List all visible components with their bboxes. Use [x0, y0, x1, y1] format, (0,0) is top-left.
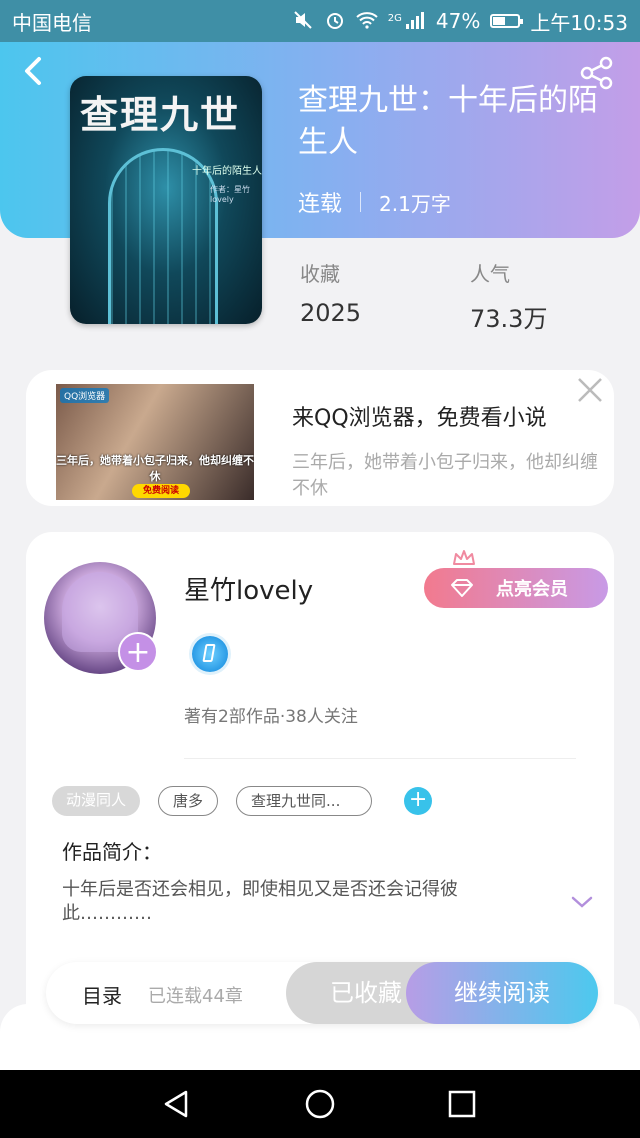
nav-recents-icon[interactable]: [448, 1090, 476, 1118]
tag-item[interactable]: 查理九世同...: [236, 786, 373, 816]
plus-icon: +: [408, 787, 428, 812]
word-count: 2.1万字: [379, 191, 451, 216]
stat-label: 收藏: [300, 262, 340, 286]
back-button[interactable]: [22, 56, 52, 90]
network-type: 2G: [387, 12, 402, 24]
crown-icon: [453, 550, 475, 565]
tag-item[interactable]: 动漫同人: [52, 786, 141, 816]
intro-label: 作品简介：: [62, 840, 162, 864]
book-cover[interactable]: 查理九世 十年后的陌生人 作者：星竹lovely: [70, 76, 262, 324]
toc-button[interactable]: 目录: [82, 980, 122, 1009]
nav-home-icon[interactable]: [304, 1088, 336, 1120]
cover-subtitle: 十年后的陌生人: [192, 166, 262, 177]
ad-image-caption: 三年后，她带着小包子归来，他却纠缠不休: [56, 454, 254, 483]
battery-icon: [490, 14, 524, 28]
close-icon: [578, 378, 602, 402]
battery-percent: 47%: [435, 9, 481, 33]
stat-favorites: 收藏 2025: [300, 258, 361, 327]
tag-item[interactable]: 唐多: [158, 786, 219, 816]
expand-intro-button[interactable]: [570, 894, 594, 910]
ad-image-cta: 免费阅读: [132, 484, 190, 498]
vip-button[interactable]: 点亮会员: [424, 568, 608, 608]
author-level-badge-icon: [192, 636, 228, 672]
tag-list: 动漫同人 唐多 查理九世同... +: [52, 786, 433, 816]
meta-divider: [360, 192, 362, 212]
carrier-label: 中国电信: [12, 10, 92, 35]
divider: [184, 758, 576, 759]
plus-icon: +: [125, 635, 151, 670]
book-title: 查理九世：十年后的陌生人: [298, 83, 598, 160]
stat-label: 人气: [470, 262, 510, 286]
system-nav-bar: [0, 1070, 640, 1138]
nav-back-icon[interactable]: [160, 1088, 192, 1120]
author-name[interactable]: 星竹lovely: [184, 570, 313, 607]
alarm-icon: [324, 10, 346, 32]
ad-card[interactable]: QQ浏览器 三年后，她带着小包子归来，他却纠缠不休 免费阅读 来QQ浏览器，免费…: [26, 370, 614, 506]
stat-value: 2025: [300, 299, 362, 327]
clock: 上午10:53: [530, 10, 628, 35]
cover-author: 作者：星竹lovely: [210, 185, 250, 204]
ad-image-logo: QQ浏览器: [60, 388, 110, 403]
stat-value: 73.3万: [470, 305, 548, 333]
serial-status: 连载: [298, 192, 343, 217]
stat-popularity: 人气 73.3万: [470, 258, 547, 334]
wifi-icon: [356, 10, 378, 32]
ad-description: 三年后，她带着小包子归来，他却纠缠不休: [292, 452, 598, 499]
diamond-icon: [451, 579, 473, 597]
intro-text: 十年后是否还会相见，即使相见又是否还会记得彼此…………: [62, 879, 458, 924]
ad-title: 来QQ浏览器，免费看小说: [292, 406, 547, 431]
continue-reading-button[interactable]: 继续阅读: [406, 962, 598, 1024]
status-bar: 中国电信 2G 47% 上午10:53: [0, 0, 640, 42]
chevron-left-icon: [25, 57, 41, 85]
status-icons: 2G 47% 上午10:53: [292, 7, 628, 36]
book-meta: 连载 2.1万字: [298, 186, 451, 218]
signal-icon: [404, 10, 426, 32]
author-stats: 著有2部作品·38人关注: [184, 707, 358, 727]
action-bar: 目录 已连载44章 已收藏 继续阅读: [46, 962, 598, 1024]
mute-icon: [292, 10, 314, 32]
chevron-down-icon: [571, 896, 593, 908]
ad-close-button[interactable]: [576, 376, 604, 404]
add-tag-button[interactable]: +: [404, 787, 433, 815]
cover-title: 查理九世: [80, 92, 241, 137]
vip-button-label: 点亮会员: [496, 579, 568, 600]
chapter-count[interactable]: 已连载44章: [148, 982, 243, 1008]
follow-author-button[interactable]: +: [118, 632, 158, 672]
ad-image[interactable]: QQ浏览器 三年后，她带着小包子归来，他却纠缠不休 免费阅读: [56, 384, 254, 500]
